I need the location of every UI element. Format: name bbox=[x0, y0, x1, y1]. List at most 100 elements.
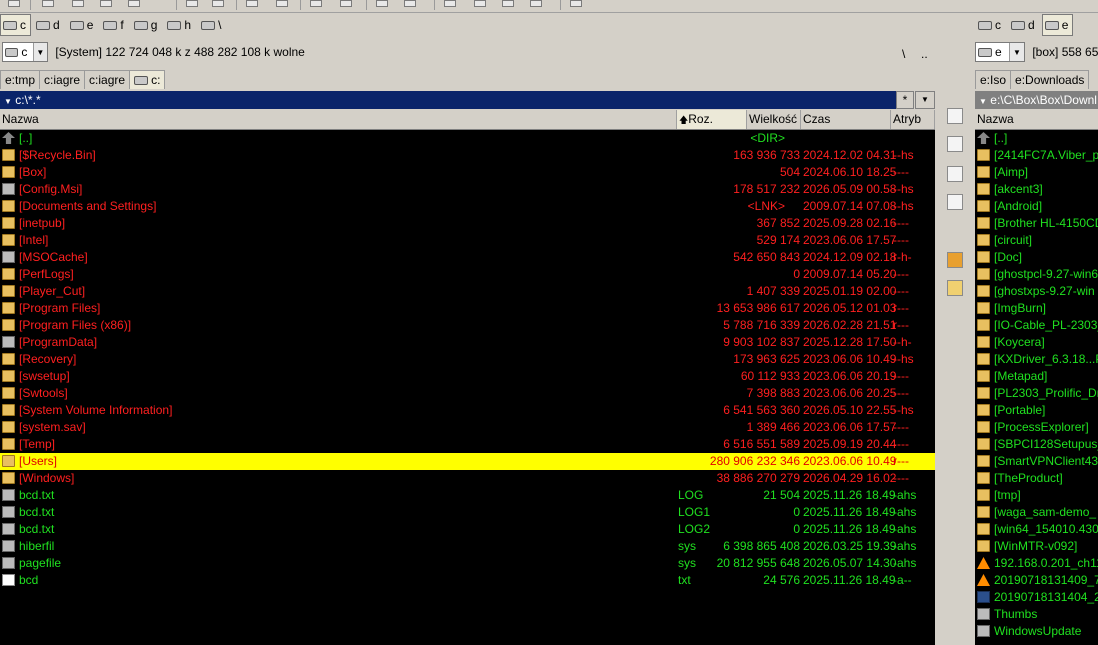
tab-1[interactable]: e:Downloads bbox=[1010, 70, 1090, 89]
list-item[interactable]: [swsetup] 60 112 933 2023.06.06 20.19 ---- bbox=[0, 368, 935, 385]
list-item[interactable]: [WinMTR-v092] bbox=[975, 538, 1098, 555]
list-item[interactable]: [Program Files (x86)] 5 788 716 339 2026.0… bbox=[0, 317, 935, 334]
list-item[interactable]: bcd.txt LOG2 0 2025.11.26 18.49 -ahs bbox=[0, 521, 935, 538]
list-item[interactable]: [Swtools] 7 398 883 2023.06.06 20.25 ---- bbox=[0, 385, 935, 402]
ftp-icon[interactable] bbox=[444, 0, 456, 7]
unpack-icon[interactable] bbox=[340, 0, 352, 7]
list-item[interactable]: bcd.txt LOG 21 504 2025.11.26 18.49 -ahs bbox=[0, 487, 935, 504]
list-item[interactable]: WindowsUpdate bbox=[975, 623, 1098, 640]
list-item[interactable]: bcd.txt LOG1 0 2025.11.26 18.49 -ahs bbox=[0, 504, 935, 521]
list-item[interactable]: 20190718131409_77 bbox=[975, 572, 1098, 589]
view-icon[interactable] bbox=[947, 108, 963, 124]
drive-button-h[interactable]: h bbox=[164, 14, 196, 36]
tab-0[interactable]: e:tmp bbox=[0, 70, 41, 89]
list-item[interactable]: 192.168.0.201_ch11_ bbox=[975, 555, 1098, 572]
drive-button-network[interactable]: \ bbox=[198, 14, 226, 36]
list-item[interactable]: [KXDriver_6.3.18...P bbox=[975, 351, 1098, 368]
list-item[interactable]: [circuit] bbox=[975, 232, 1098, 249]
list-item[interactable]: hiberfil sys 6 398 865 408 2026.03.25 19.39… bbox=[0, 538, 935, 555]
list-item[interactable]: [ProcessExplorer] bbox=[975, 419, 1098, 436]
move-icon[interactable] bbox=[947, 194, 963, 210]
back-icon[interactable] bbox=[246, 0, 258, 7]
compare-icon[interactable] bbox=[404, 0, 416, 7]
list-item[interactable]: [waga_sam-demo_ bbox=[975, 504, 1098, 521]
list-item[interactable]: [ProgramData] 9 903 102 837 2025.12.28 17.… bbox=[0, 334, 935, 351]
list-item[interactable]: [Metapad] bbox=[975, 368, 1098, 385]
find-icon[interactable] bbox=[530, 0, 542, 7]
notepad-icon[interactable] bbox=[570, 0, 582, 7]
list-item[interactable]: [win64_154010.4300 bbox=[975, 521, 1098, 538]
drive-button-f[interactable]: f bbox=[100, 14, 128, 36]
list-item[interactable]: bcd txt 24 576 2025.11.26 18.49 -a-- bbox=[0, 572, 935, 589]
list-item[interactable]: [Recovery] 173 963 625 2023.06.06 10.49 --h… bbox=[0, 351, 935, 368]
list-item[interactable]: [akcent3] bbox=[975, 181, 1098, 198]
list-item[interactable]: [tmp] bbox=[975, 487, 1098, 504]
list-item[interactable]: [Intel] 529 174 2023.06.06 17.57 ---- bbox=[0, 232, 935, 249]
column-ext[interactable]: 🡅Roz. bbox=[677, 110, 747, 129]
new-folder-icon[interactable] bbox=[947, 280, 963, 296]
left-drive-combo[interactable]: c ▼ bbox=[2, 42, 48, 62]
root-dir-button[interactable]: \ bbox=[902, 47, 905, 61]
list-item[interactable]: [Program Files] 13 653 986 617 2026.05.12 … bbox=[0, 300, 935, 317]
pack-icon[interactable] bbox=[310, 0, 322, 7]
column-time[interactable]: Czas bbox=[801, 110, 891, 129]
sync-icon[interactable] bbox=[376, 0, 388, 7]
list-item[interactable]: [Config.Msi] 178 517 232 2026.05.09 00.58-… bbox=[0, 181, 935, 198]
list-item[interactable]: [..] bbox=[975, 130, 1098, 147]
list-item[interactable]: [Portable] bbox=[975, 402, 1098, 419]
list-item[interactable]: [SBPCI128Setupus_ bbox=[975, 436, 1098, 453]
refresh-icon[interactable] bbox=[8, 0, 20, 7]
history-dropdown-button[interactable]: ▼ bbox=[915, 91, 935, 109]
brief-view-icon[interactable] bbox=[42, 0, 54, 7]
list-item[interactable]: [MSOCache] 542 650 843 2024.12.09 02.18 r-h… bbox=[0, 249, 935, 266]
list-item[interactable]: [IO-Cable_PL-2303_ bbox=[975, 317, 1098, 334]
list-item[interactable]: [Box] 504 2024.06.10 18.25 ---- bbox=[0, 164, 935, 181]
column-name[interactable]: Nazwa bbox=[975, 110, 1098, 129]
list-item[interactable]: [Doc] bbox=[975, 249, 1098, 266]
list-item[interactable]: [Aimp] bbox=[975, 164, 1098, 181]
filter-button[interactable]: * bbox=[896, 91, 914, 109]
pack-icon[interactable] bbox=[947, 252, 963, 268]
thumbnails-icon[interactable] bbox=[100, 0, 112, 7]
list-item[interactable]: [..] <DIR> bbox=[0, 130, 935, 147]
list-item[interactable]: [Windows] 38 886 270 279 2026.04.29 16.02-… bbox=[0, 470, 935, 487]
tab-0[interactable]: e:Iso bbox=[975, 70, 1012, 89]
drive-button-c[interactable]: c bbox=[0, 14, 31, 36]
left-file-list[interactable]: [..] <DIR> [$Recycle.Bin] 163 936 733 2024.1… bbox=[0, 130, 935, 645]
up-dir-button[interactable]: .. bbox=[921, 47, 928, 61]
drive-button-e[interactable]: e bbox=[67, 14, 99, 36]
list-item[interactable]: [PL2303_Prolific_Dri bbox=[975, 385, 1098, 402]
list-item[interactable]: Thumbs bbox=[975, 606, 1098, 623]
drive-button-e[interactable]: e bbox=[1041, 14, 1074, 36]
edit-icon[interactable] bbox=[186, 0, 198, 7]
list-item[interactable]: [ImgBurn] bbox=[975, 300, 1098, 317]
copy-names-icon[interactable] bbox=[212, 0, 224, 7]
list-item[interactable]: pagefile sys 20 812 955 648 2026.05.07 14.3… bbox=[0, 555, 935, 572]
forward-icon[interactable] bbox=[276, 0, 288, 7]
list-item[interactable]: [Brother HL-4150CD bbox=[975, 215, 1098, 232]
right-file-list[interactable]: [..] [2414FC7A.Viber_p6 [Aimp] [akcent3] [An… bbox=[975, 130, 1098, 645]
drive-button-d[interactable]: d bbox=[1008, 14, 1040, 36]
tree-icon[interactable] bbox=[128, 0, 140, 7]
search-icon[interactable] bbox=[947, 136, 963, 152]
tab-1[interactable]: c:iagre bbox=[39, 70, 86, 89]
tab-2[interactable]: c:iagre bbox=[84, 70, 131, 89]
drive-button-g[interactable]: g bbox=[131, 14, 163, 36]
list-item[interactable]: [SmartVPNClient43 bbox=[975, 453, 1098, 470]
list-item[interactable]: [Koycera] bbox=[975, 334, 1098, 351]
list-item[interactable]: [Player_Cut] 1 407 339 2025.01.19 02.00 ---… bbox=[0, 283, 935, 300]
column-name[interactable]: Nazwa bbox=[0, 110, 677, 129]
right-drive-combo[interactable]: e ▼ bbox=[975, 42, 1025, 62]
disconnect-icon[interactable] bbox=[474, 0, 486, 7]
list-item[interactable]: [TheProduct] bbox=[975, 470, 1098, 487]
list-item[interactable]: [system.sav] 1 389 466 2023.06.06 17.57 ---… bbox=[0, 419, 935, 436]
list-item[interactable]: [2414FC7A.Viber_p6 bbox=[975, 147, 1098, 164]
list-item[interactable]: [Documents and Settings] <LNK> 2009.07.14 … bbox=[0, 198, 935, 215]
list-item[interactable]: 20190718131404_23 bbox=[975, 589, 1098, 606]
list-item[interactable]: [Temp] 6 516 551 589 2025.09.19 20.44 ---- bbox=[0, 436, 935, 453]
details-view-icon[interactable] bbox=[72, 0, 84, 7]
list-item[interactable]: [inetpub] 367 852 2025.09.28 02.16 ---- bbox=[0, 215, 935, 232]
list-item[interactable]: [Users] 280 906 232 346 2023.06.06 10.49 r-… bbox=[0, 453, 935, 470]
multi-rename-icon[interactable] bbox=[502, 0, 514, 7]
list-item[interactable]: [$Recycle.Bin] 163 936 733 2024.12.02 04.3… bbox=[0, 147, 935, 164]
